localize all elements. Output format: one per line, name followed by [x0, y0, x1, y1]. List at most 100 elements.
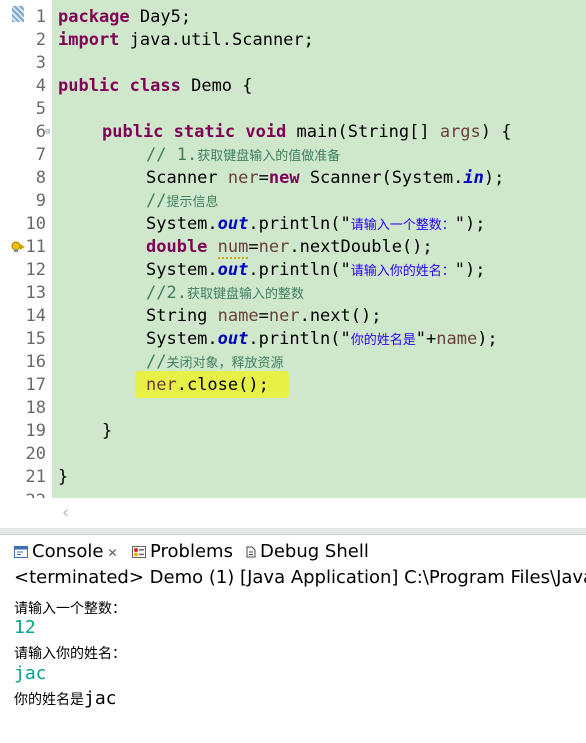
line-number: 3 — [35, 53, 46, 73]
console-text: 你的姓名是 — [14, 692, 84, 708]
code-text: System. — [146, 329, 218, 349]
code-text: } — [58, 467, 69, 487]
code-text: Scanner — [146, 168, 228, 188]
console-output-line: 请输入一个整数： — [14, 601, 126, 617]
code-text: "+ — [415, 329, 437, 349]
keyword: class — [129, 76, 181, 96]
console-text: jac — [84, 688, 117, 709]
line-number: 13 — [25, 283, 46, 303]
console-tab-bar: Console ✕ Problems Debug Shell — [0, 534, 586, 567]
keyword: new — [268, 168, 300, 188]
console-output-line: 你的姓名是jac — [14, 688, 117, 709]
keyword: public — [58, 76, 120, 96]
code-text: Scanner(System. — [299, 168, 464, 188]
code-text: .println(" — [248, 260, 351, 280]
local-var: name — [217, 306, 259, 326]
code-text: System. — [146, 214, 218, 234]
line-number: 6 — [35, 122, 46, 142]
code-line-7[interactable]: // 1.获取键盘输入的值做准备 — [146, 144, 340, 167]
scroll-left-icon[interactable]: ‹ — [62, 502, 69, 523]
code-text: "); — [454, 214, 486, 234]
line-number: 1 — [35, 7, 46, 27]
code-line-8[interactable]: Scanner ner=new Scanner(System.in); — [146, 167, 504, 190]
code-editor[interactable]: 1 2 3 4 5 6 ⊖ 7 8 9 10 11 12 13 14 15 16… — [0, 0, 586, 498]
code-line-17[interactable]: ner.close(); — [146, 374, 269, 397]
keyword: public — [102, 122, 164, 142]
code-line-11[interactable]: double num=ner.nextDouble(); — [146, 236, 433, 259]
problems-icon — [132, 546, 146, 558]
horizontal-scrollbar[interactable]: ‹ — [52, 498, 586, 528]
code-text: } — [102, 421, 113, 441]
code-line-2[interactable]: import java.util.Scanner; — [58, 29, 314, 52]
keyword: static — [173, 122, 236, 142]
tab-problems[interactable]: Problems — [132, 541, 233, 563]
code-text: main(String[] — [286, 122, 440, 142]
keyword: void — [245, 122, 287, 142]
code-text: .nextDouble(); — [289, 237, 433, 257]
comment: // — [146, 352, 167, 372]
comment: // — [146, 191, 167, 211]
line-number: 4 — [35, 76, 46, 96]
code-line-4[interactable]: public class Demo { — [58, 75, 253, 98]
code-text: System. — [146, 260, 218, 280]
line-number: 8 — [35, 168, 46, 188]
code-text: Demo { — [180, 76, 253, 96]
line-number: 16 — [25, 352, 46, 372]
fold-collapse-icon[interactable]: ⊖ — [45, 128, 53, 137]
comment: 获取键盘输入的整数 — [186, 287, 304, 302]
code-line-15[interactable]: System.out.println("你的姓名是"+name); — [146, 328, 498, 351]
tab-label: Debug Shell — [260, 541, 369, 562]
code-line-16[interactable]: //关闭对象，释放资源 — [146, 351, 284, 374]
line-number: 15 — [25, 329, 46, 349]
code-text: .next(); — [299, 306, 382, 326]
comment: 获取键盘输入的值做准备 — [197, 149, 341, 164]
tab-console[interactable]: Console ✕ — [14, 541, 118, 563]
code-text: String — [146, 306, 218, 326]
local-var: name — [436, 329, 478, 349]
comment: //2. — [146, 283, 187, 303]
tab-debug-shell[interactable]: Debug Shell — [246, 541, 369, 563]
string-literal: 请输入你的姓名： — [350, 264, 455, 279]
line-number: 22 — [0, 490, 46, 498]
close-icon[interactable]: ✕ — [107, 546, 117, 560]
line-number: 12 — [25, 260, 46, 280]
code-line-12[interactable]: System.out.println("请输入你的姓名："); — [146, 259, 485, 282]
code-line-13[interactable]: //2.获取键盘输入的整数 — [146, 282, 304, 305]
code-text: = — [258, 306, 269, 326]
line-number: 17 — [25, 375, 46, 395]
line-number: 18 — [25, 398, 46, 418]
line-number: 19 — [25, 421, 46, 441]
code-text: ); — [477, 329, 498, 349]
line-number: 10 — [25, 214, 46, 234]
code-line-19[interactable]: } — [102, 420, 112, 443]
code-line-10[interactable]: System.out.println("请输入一个整数："); — [146, 213, 485, 236]
line-number: 11 — [25, 237, 46, 257]
comment: 提示信息 — [166, 195, 219, 210]
string-literal: 请输入一个整数： — [350, 218, 455, 233]
code-text: ) { — [480, 122, 512, 142]
local-var: ner — [258, 237, 290, 257]
code-line-1[interactable]: package Day5; — [58, 6, 191, 29]
code-line-6[interactable]: public static void main(String[] args) { — [102, 121, 512, 144]
line-number-gutter: 1 2 3 4 5 6 ⊖ 7 8 9 10 11 12 13 14 15 16… — [0, 0, 52, 498]
comment: 关闭对象，释放资源 — [166, 356, 284, 371]
local-var: ner — [227, 168, 259, 188]
line-number: 2 — [35, 30, 46, 50]
static-field: out — [217, 214, 249, 234]
console-input-line: 12 — [14, 617, 36, 638]
code-text: = — [248, 237, 259, 257]
tab-label: Problems — [150, 541, 233, 562]
local-var: ner — [268, 306, 300, 326]
static-field: in — [463, 168, 484, 188]
code-line-21[interactable]: } — [58, 466, 68, 489]
keyword: package — [58, 7, 130, 27]
code-text: .println(" — [248, 214, 351, 234]
code-line-9[interactable]: //提示信息 — [146, 190, 219, 213]
code-line-14[interactable]: String name=ner.next(); — [146, 305, 381, 328]
code-text: java.util.Scanner; — [119, 30, 314, 50]
comment: // 1. — [146, 145, 198, 165]
static-field: out — [217, 329, 249, 349]
debug-shell-icon — [246, 546, 256, 558]
code-text: ); — [483, 168, 505, 188]
